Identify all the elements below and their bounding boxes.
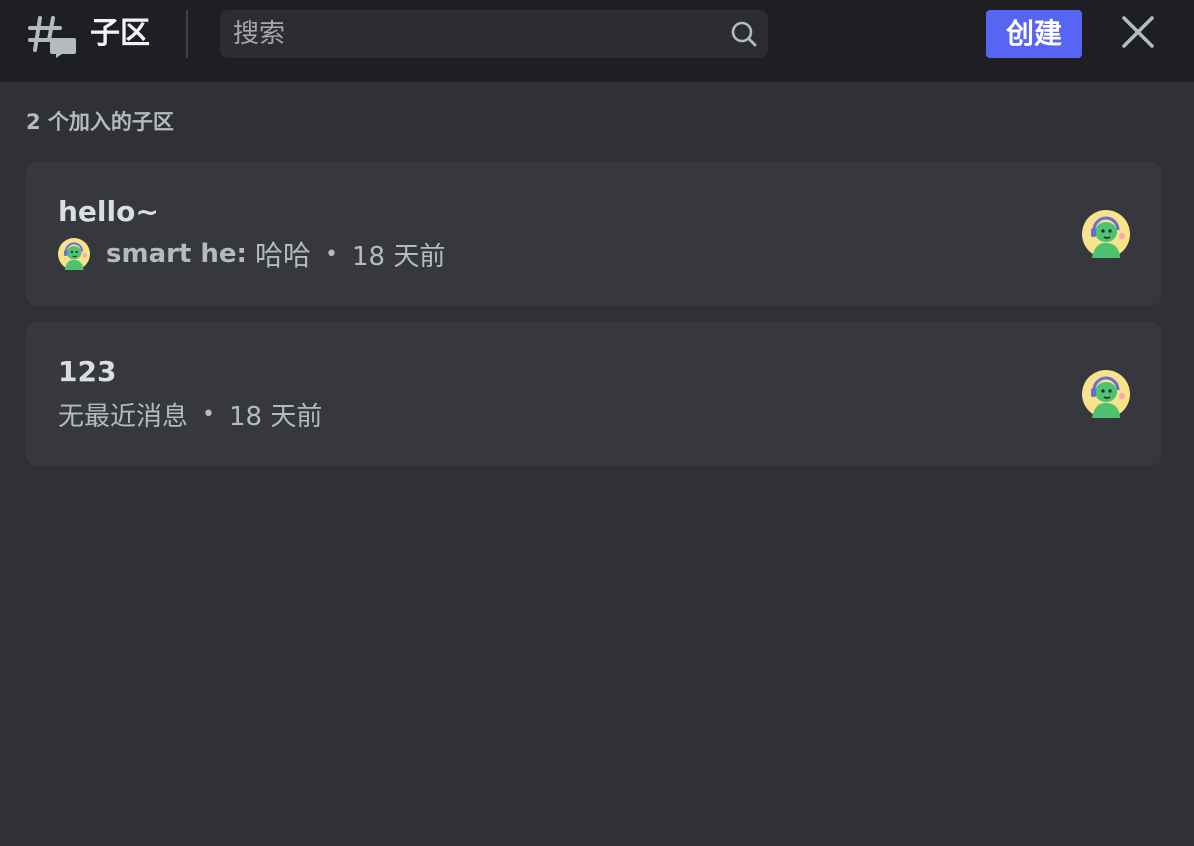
search-placeholder: 搜索 <box>233 19 286 49</box>
thread-title: 123 <box>58 355 117 388</box>
close-icon[interactable] <box>1118 12 1158 52</box>
page-title: 子区 <box>90 16 150 51</box>
thread-timestamp: 18 天前 <box>229 401 323 432</box>
separator-dot: • <box>324 241 338 267</box>
thread-last-message: smart he: 哈哈 • 18 天前 <box>58 234 445 274</box>
message-preview: 哈哈 <box>254 239 311 272</box>
message-preview: 无最近消息 <box>58 401 189 432</box>
separator-dot: • <box>202 401 215 427</box>
thread-card[interactable]: 123 无最近消息 • 18 天前 <box>26 322 1162 466</box>
threads-icon <box>28 16 76 58</box>
thread-card[interactable]: hello~ smart he: 哈哈 • 18 天前 <box>26 162 1162 306</box>
create-button[interactable]: 创建 <box>986 10 1082 58</box>
joined-threads-heading: 2 个加入的子区 <box>26 110 174 134</box>
thread-owner-avatar <box>1082 210 1130 258</box>
message-author: smart he: <box>106 239 247 269</box>
search-icon[interactable] <box>730 20 758 48</box>
thread-owner-avatar <box>1082 370 1130 418</box>
user-avatar <box>58 238 90 270</box>
thread-timestamp: 18 天前 <box>351 241 446 272</box>
thread-last-message: 无最近消息 • 18 天前 <box>58 394 322 434</box>
header-divider <box>186 10 188 58</box>
threads-header: 子区 搜索 创建 <box>0 0 1194 82</box>
thread-title: hello~ <box>58 195 159 228</box>
search-input[interactable]: 搜索 <box>220 10 768 58</box>
